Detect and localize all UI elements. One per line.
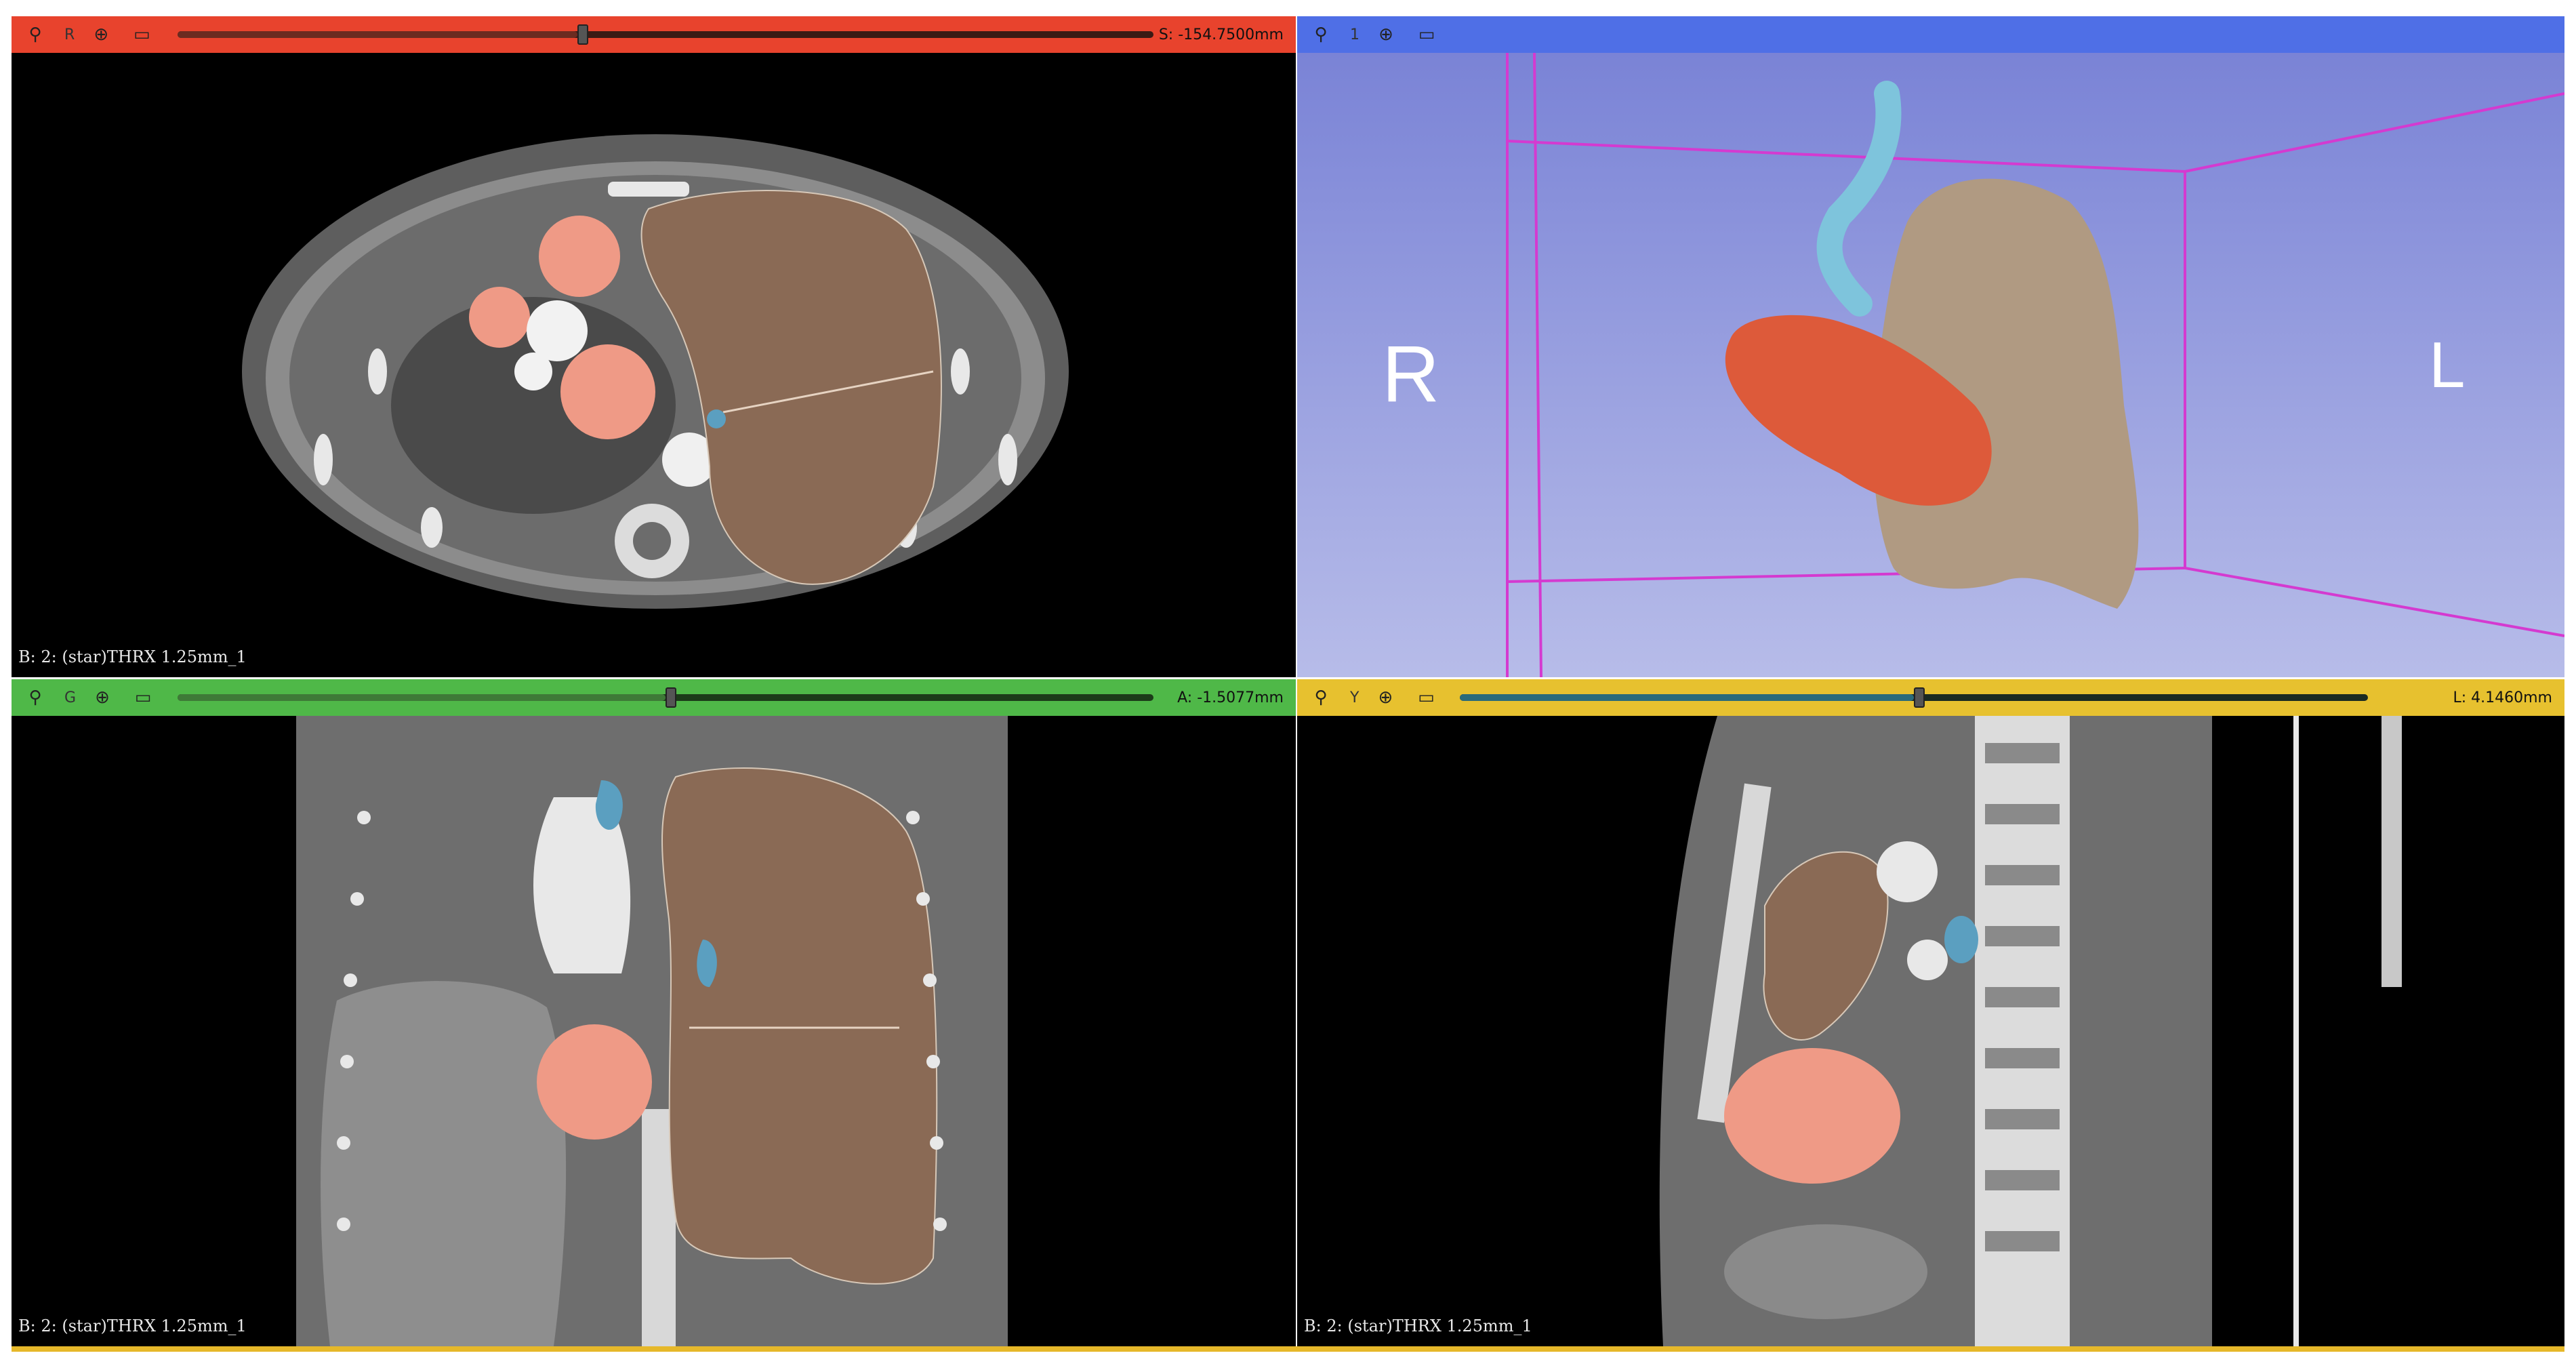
volume-label: B: 2: (star)THRX 1.25mm_1	[18, 647, 247, 666]
slice-offset-slider[interactable]	[1460, 687, 2368, 708]
slice-offset-readout: S: -154.7500mm	[1158, 26, 1284, 43]
slider-handle[interactable]	[666, 687, 676, 708]
orientation-right-label: R	[1382, 329, 1440, 419]
view-letter: G	[64, 689, 77, 706]
slice-offset-readout: L: 4.1460mm	[2453, 689, 2552, 706]
coronal-ct-image[interactable]	[12, 716, 1296, 1346]
coronal-slice-view[interactable]: ⚲ G ⊕ ▭ A: -1.5077mm B: 2: (star)THRX 1.…	[12, 679, 1296, 1346]
volume-label: B: 2: (star)THRX 1.25mm_1	[18, 1316, 247, 1335]
pin-icon[interactable]: ⚲	[1309, 686, 1332, 709]
slider-handle[interactable]	[577, 24, 589, 45]
sagittal-view-controller-bar: ⚲ Y ⊕ ▭ L: 4.1460mm	[1297, 679, 2564, 716]
3d-render-drawing	[1297, 53, 2564, 677]
slider-handle[interactable]	[1914, 687, 1925, 708]
view-letter: Y	[1350, 689, 1359, 706]
volume-label: B: 2: (star)THRX 1.25mm_1	[1304, 1316, 1532, 1335]
pin-icon[interactable]: ⚲	[24, 686, 47, 709]
slice-offset-slider[interactable]	[178, 687, 1153, 708]
sagittal-ct-drawing	[1297, 716, 2564, 1346]
pin-icon[interactable]: ⚲	[24, 23, 47, 46]
3d-render[interactable]	[1297, 53, 2564, 677]
coronal-ct-drawing	[12, 716, 1296, 1346]
coronal-view-controller-bar: ⚲ G ⊕ ▭ A: -1.5077mm	[12, 679, 1296, 716]
axial-ct-drawing	[12, 53, 1296, 677]
3d-view-controller-bar: ⚲ 1 ⊕ ▭	[1297, 16, 2564, 53]
sagittal-ct-image[interactable]	[1297, 716, 2564, 1346]
orientation-left-label: L	[2429, 329, 2466, 401]
axial-view-controller-bar: ⚲ R ⊕ ▭ S: -154.7500mm	[12, 16, 1296, 53]
view-letter: 1	[1350, 26, 1359, 43]
slice-offset-slider[interactable]	[178, 24, 1153, 45]
sagittal-slice-view[interactable]: ⚲ Y ⊕ ▭ L: 4.1460mm B: 2: (star)THRX 1.2…	[1297, 679, 2564, 1346]
axial-ct-image[interactable]	[12, 53, 1296, 677]
slice-offset-readout: A: -1.5077mm	[1177, 689, 1284, 706]
link-icon[interactable]: ⊕	[89, 23, 113, 46]
bottom-border	[12, 1346, 2564, 1352]
axial-slice-view[interactable]: ⚲ R ⊕ ▭ S: -154.7500mm B: 2: (star)THRX …	[12, 16, 1296, 677]
pin-icon[interactable]: ⚲	[1309, 23, 1332, 46]
maximize-view-icon[interactable]: ▭	[131, 686, 155, 709]
link-icon[interactable]: ⊕	[1374, 686, 1397, 709]
3d-view[interactable]: ⚲ 1 ⊕ ▭ R L	[1297, 16, 2564, 677]
maximize-view-icon[interactable]: ▭	[1415, 23, 1438, 46]
center-view-icon[interactable]: ⊕	[1374, 23, 1397, 46]
view-letter: R	[64, 26, 75, 43]
maximize-view-icon[interactable]: ▭	[130, 23, 153, 46]
link-icon[interactable]: ⊕	[91, 686, 114, 709]
maximize-view-icon[interactable]: ▭	[1414, 686, 1437, 709]
